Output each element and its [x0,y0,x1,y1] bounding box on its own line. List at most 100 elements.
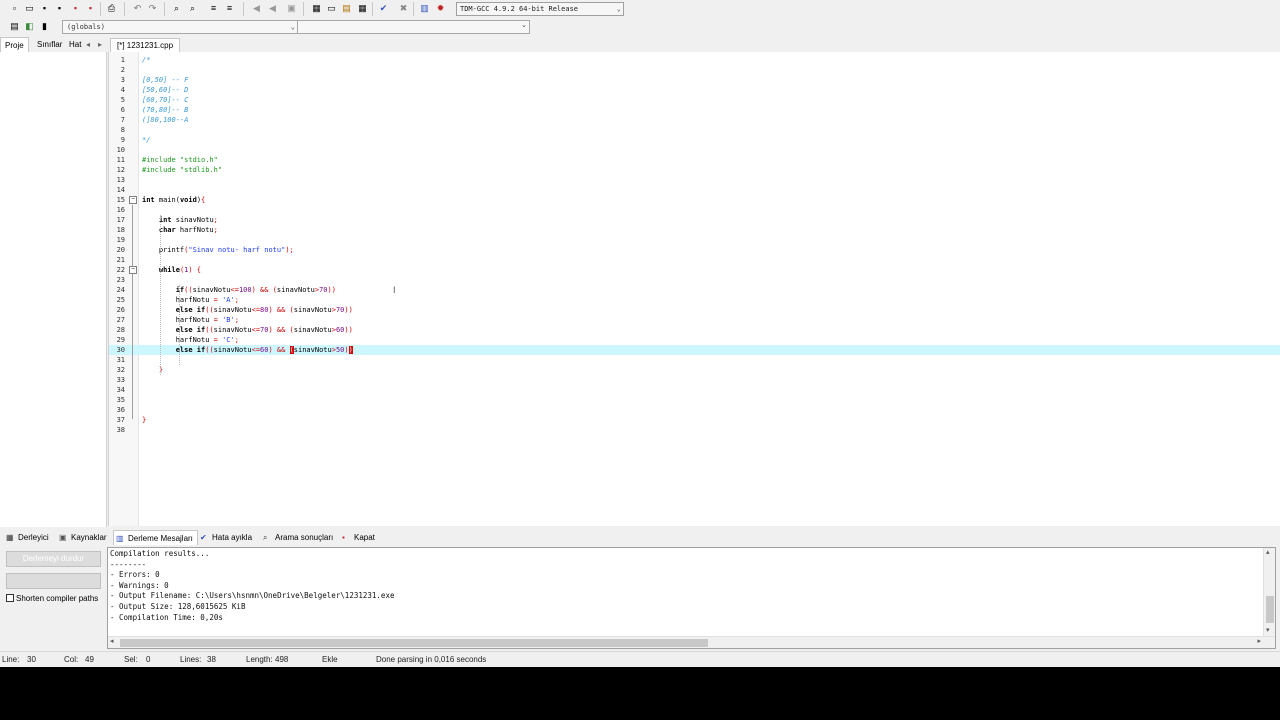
tab-kaynaklar[interactable]: ▣ Kaynaklar [57,530,111,545]
code-text[interactable]: else if((sinavNotu<=60) && (sinavNotu>50… [142,345,353,355]
code-text[interactable]: int sinavNotu; [142,215,218,225]
fold-toggle-icon[interactable]: − [129,266,137,274]
indent-icon[interactable]: ≡ [207,2,220,15]
code-line[interactable]: 5 [60,70]-- C [109,95,1280,105]
replace-icon[interactable]: ⌕ [186,2,199,15]
tab-derleme-mesajlar-[interactable]: ▥ Derleme Mesajları [113,530,198,545]
scope-select[interactable]: (globals) ⌄ [62,20,298,34]
code-line[interactable]: 1 /* [109,55,1280,65]
project-tree[interactable] [0,52,107,527]
code-line[interactable]: 19 [109,235,1280,245]
code-text[interactable]: (70,80]-- B [142,105,188,115]
code-line[interactable]: 34 [109,385,1280,395]
scroll-down-icon[interactable]: ▾ [1266,626,1270,636]
code-line[interactable]: 27 harfNotu = 'B'; [109,315,1280,325]
code-line[interactable]: 2 [109,65,1280,75]
code-line[interactable]: 13 [109,175,1280,185]
code-text[interactable]: else if((sinavNotu<=70) && (sinavNotu>60… [142,325,353,335]
code-line[interactable]: 14 [109,185,1280,195]
code-text[interactable]: else if((sinavNotu<=80) && (sinavNotu>70… [142,305,353,315]
stop-compile-button[interactable]: Derlemeyi durdur [6,551,101,567]
tab-scroll-left-icon[interactable]: ◂ [84,37,92,52]
scroll-thumb[interactable] [120,639,708,647]
scroll-up-icon[interactable]: ▴ [1266,548,1270,558]
code-line[interactable]: 24 if((sinavNotu<=100) && (sinavNotu>70)… [109,285,1280,295]
tab-siniflar[interactable]: Sınıflar [33,37,66,52]
save-all-icon[interactable]: ▪ [53,2,66,15]
code-text[interactable]: [50,60]-- D [142,85,188,95]
list-icon[interactable]: ▮ [38,20,51,33]
code-line[interactable]: 9 */ [109,135,1280,145]
view-icon[interactable]: ▭ [325,2,338,15]
code-text[interactable]: harfNotu = 'A'; [142,295,239,305]
code-line[interactable]: 21 [109,255,1280,265]
code-line[interactable]: 31 [109,355,1280,365]
code-line[interactable]: 4 [50,60]-- D [109,85,1280,95]
code-line[interactable]: 6 (70,80]-- B [109,105,1280,115]
code-text[interactable]: */ [142,135,150,145]
code-text[interactable]: printf("Sinav notu- harf notu"); [142,245,294,255]
code-line[interactable]: 38 [109,425,1280,435]
tab-scroll-right-icon[interactable]: ▸ [96,37,104,52]
window-icon[interactable]: ▤ [340,2,353,15]
compile-log[interactable]: ▴ ▾ ◂ ▸ Compilation results... -------- - … [107,547,1276,649]
redo-icon[interactable]: ↷ [146,2,159,15]
close-icon[interactable]: ▪ [69,2,82,15]
code-text[interactable]: (]80,100--A [142,115,188,125]
undo-icon[interactable]: ↶ [131,2,144,15]
shorten-paths-checkbox[interactable]: Shorten compiler paths [6,594,98,604]
code-line[interactable]: 8 [109,125,1280,135]
code-line[interactable]: 22 while(1) { [109,265,1280,275]
open-icon[interactable]: ▭ [23,2,36,15]
tab-arama-sonu-lar-[interactable]: ⌕ Arama sonuçları [261,530,337,545]
save-icon[interactable]: ▪ [38,2,51,15]
tab-proje[interactable]: Proje [0,37,29,52]
code-line[interactable]: 16 [109,205,1280,215]
code-line[interactable]: 20 printf("Sinav notu- harf notu"); [109,245,1280,255]
function-select[interactable]: ⌄ [297,20,530,34]
code-text[interactable]: int main(void){ [142,195,205,205]
blank-button[interactable] [6,573,101,589]
code-line[interactable]: 36 [109,405,1280,415]
code-text[interactable]: #include "stdlib.h" [142,165,222,175]
code-text[interactable]: #include "stdio.h" [142,155,218,165]
horizontal-scrollbar[interactable]: ◂ ▸ [108,636,1275,648]
code-text[interactable]: harfNotu = 'B'; [142,315,239,325]
code-text[interactable]: [0,50] -- F [142,75,188,85]
code-line[interactable]: 28 else if((sinavNotu<=70) && (sinavNotu… [109,325,1280,335]
tab-derleyici[interactable]: ▦ Derleyici [4,530,53,545]
new-file-icon[interactable]: ▫ [8,2,21,15]
code-line[interactable]: 17 int sinavNotu; [109,215,1280,225]
code-line[interactable]: 32 } [109,365,1280,375]
code-text[interactable]: } [142,415,146,425]
scroll-thumb[interactable] [1266,596,1274,623]
vertical-scrollbar[interactable]: ▴ ▾ [1263,548,1275,636]
code-text[interactable]: harfNotu = 'C'; [142,335,239,345]
scroll-right-icon[interactable]: ▸ [1257,637,1261,647]
fold-toggle-icon[interactable]: − [129,196,137,204]
code-line[interactable]: 15 int main(void){ [109,195,1280,205]
code-line[interactable]: 11 #include "stdio.h" [109,155,1280,165]
tab-hat[interactable]: Hat [65,37,85,52]
tab-file[interactable]: [*] 1231231.cpp [110,38,181,52]
code-text[interactable]: char harfNotu; [142,225,218,235]
new-project-icon[interactable]: ▦ [310,2,323,15]
debug-icon[interactable]: ✹ [434,2,447,15]
code-line[interactable]: 30 else if((sinavNotu<=60) && (sinavNotu… [109,345,1280,355]
compiler-select[interactable]: TDM-GCC 4.9.2 64-bit Release ⌄ [456,2,624,16]
code-line[interactable]: 26 else if((sinavNotu<=80) && (sinavNotu… [109,305,1280,315]
code-text[interactable]: while(1) { [142,265,201,275]
code-line[interactable]: 12 #include "stdlib.h" [109,165,1280,175]
bookmark-prev-icon[interactable]: ◀ [250,2,263,15]
find-icon[interactable]: ⌕ [170,2,183,15]
code-editor[interactable]: 1/* 2 3 [0,50] -- F 4 [50,60]-- D 5 [60,70]-- C… [108,52,1280,526]
code-line[interactable]: 7 (]80,100--A [109,115,1280,125]
print-icon[interactable]: ⎙ [105,2,118,15]
bookmark-next-icon[interactable]: ◀ [266,2,279,15]
code-line[interactable]: 3 [0,50] -- F [109,75,1280,85]
tab-hata-ay-kla[interactable]: ✔ Hata ayıkla [198,530,256,545]
class-browser-icon[interactable]: ▤ [8,20,21,33]
unindent-icon[interactable]: ≡ [223,2,236,15]
code-text[interactable]: if((sinavNotu<=100) && (sinavNotu>70)) [142,285,336,295]
code-text[interactable]: [60,70]-- C [142,95,188,105]
